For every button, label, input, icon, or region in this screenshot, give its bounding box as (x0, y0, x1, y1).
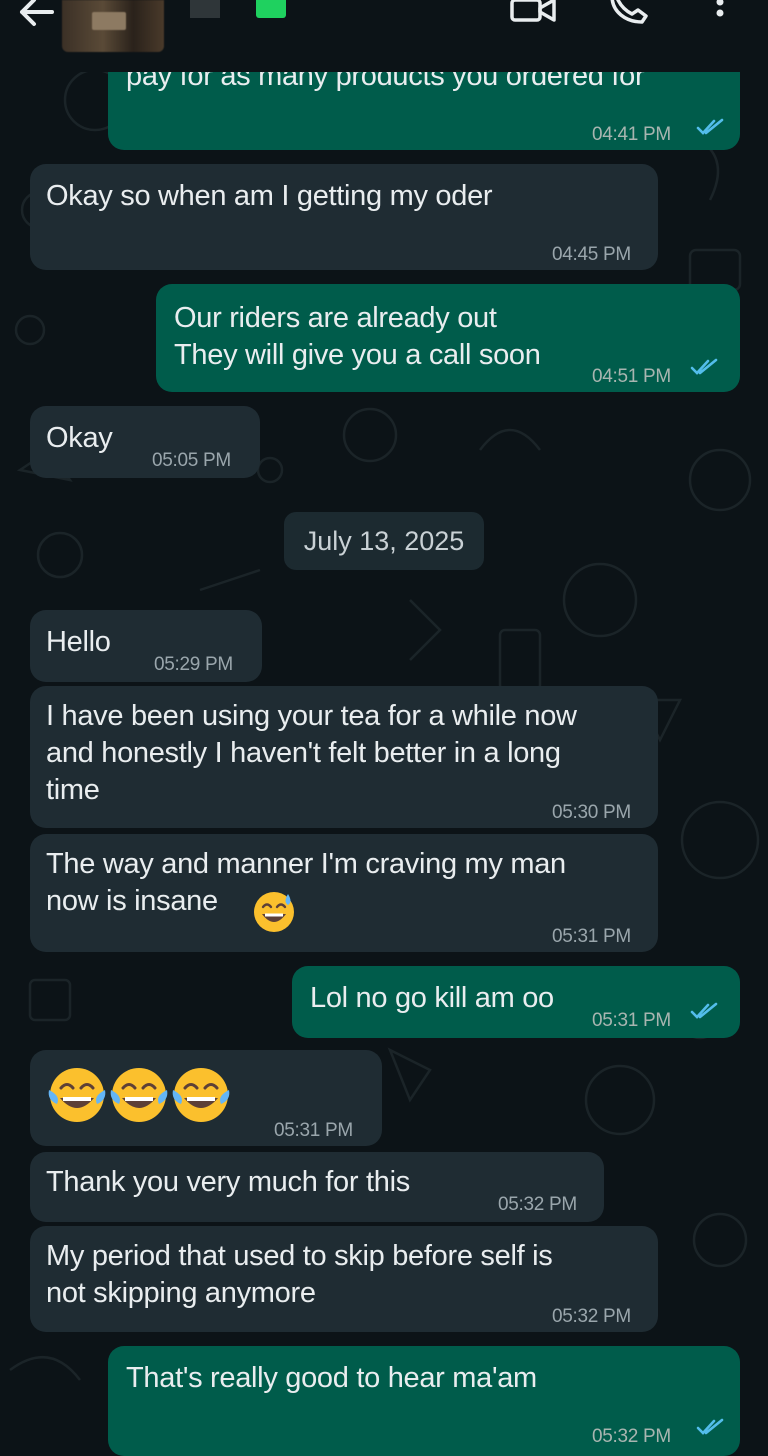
message-time: 05:32 PM (552, 1306, 631, 1327)
message-incoming[interactable]: Thank you very much for this 05:32 PM (30, 1152, 604, 1222)
message-incoming[interactable]: Okay so when am I getting my oder 04:45 … (30, 164, 658, 270)
face-with-tears-of-joy-emoji (172, 1068, 230, 1122)
message-time: 05:30 PM (552, 802, 631, 823)
emoji-row (46, 1064, 232, 1136)
message-incoming[interactable]: My period that used to skip before self … (30, 1226, 658, 1332)
message-text: Hello (46, 626, 111, 658)
more-vertical-icon[interactable] (712, 0, 728, 28)
message-time: 04:45 PM (552, 244, 631, 265)
video-camera-icon[interactable] (508, 0, 558, 24)
message-text: Thank you very much for this (46, 1166, 410, 1198)
read-receipt-icon (690, 1002, 718, 1019)
face-with-tears-of-joy-emoji (110, 1068, 168, 1122)
message-time: 04:51 PM (592, 366, 671, 387)
face-with-tears-of-joy-emoji (48, 1068, 106, 1122)
message-outgoing[interactable]: Our riders are already out They will giv… (156, 284, 740, 392)
message-incoming[interactable]: 05:31 PM (30, 1050, 382, 1146)
date-separator: July 13, 2025 (284, 512, 484, 570)
message-time: 05:32 PM (498, 1194, 577, 1215)
message-time: 05:31 PM (552, 926, 631, 947)
message-time: 05:32 PM (592, 1426, 671, 1447)
message-outgoing[interactable]: Lol no go kill am oo 05:31 PM (292, 966, 740, 1038)
online-indicator (256, 0, 286, 18)
message-text: Lol no go kill am oo (310, 982, 554, 1014)
redacted-name (190, 0, 220, 18)
message-time: 04:41 PM (592, 124, 671, 145)
message-outgoing[interactable]: That's really good to hear ma'am 05:32 P… (108, 1346, 740, 1456)
message-text: Okay (46, 422, 113, 454)
message-text: Okay so when am I getting my oder (46, 180, 493, 212)
chat-header (0, 0, 768, 72)
phone-icon[interactable] (604, 0, 652, 28)
message-time: 05:29 PM (154, 654, 233, 675)
read-receipt-icon (696, 118, 724, 135)
message-time: 05:05 PM (152, 450, 231, 471)
message-text: Our riders are already out They will giv… (174, 302, 541, 371)
message-incoming[interactable]: The way and manner I'm craving my man no… (30, 834, 658, 952)
message-text: That's really good to hear ma'am (126, 1362, 537, 1394)
read-receipt-icon (690, 358, 718, 375)
arrow-left-icon[interactable] (14, 0, 58, 30)
message-incoming[interactable]: Hello 05:29 PM (30, 610, 262, 682)
message-time: 05:31 PM (274, 1120, 353, 1141)
message-text: The way and manner I'm craving my man no… (46, 848, 566, 917)
sweat-smile-emoji (254, 892, 294, 932)
read-receipt-icon (696, 1418, 724, 1435)
message-text: My period that used to skip before self … (46, 1240, 553, 1309)
message-incoming[interactable]: Okay 05:05 PM (30, 406, 260, 478)
message-time: 05:31 PM (592, 1010, 671, 1031)
message-text: I have been using your tea for a while n… (46, 700, 577, 806)
message-incoming[interactable]: I have been using your tea for a while n… (30, 686, 658, 828)
contact-avatar[interactable] (62, 0, 164, 52)
